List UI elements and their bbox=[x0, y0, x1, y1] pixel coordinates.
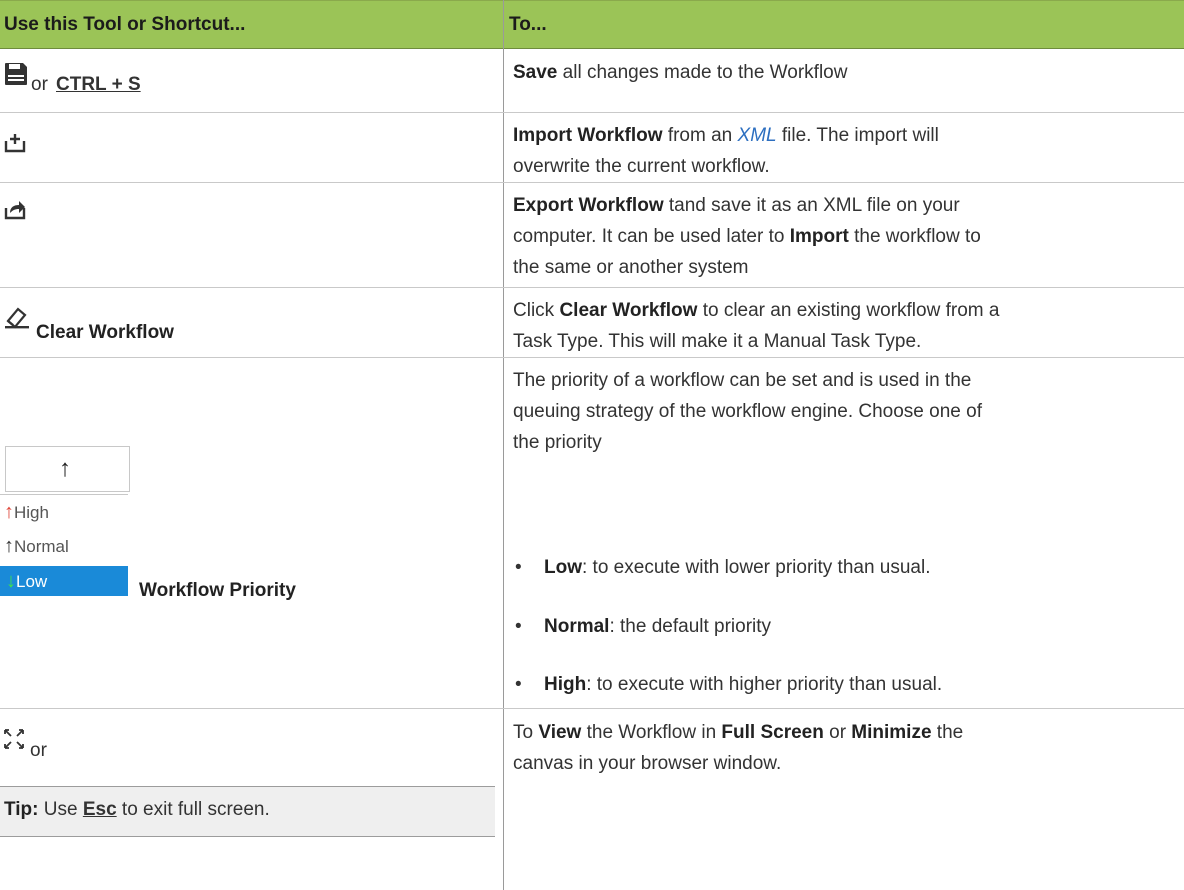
export-bold: Export Workflow bbox=[513, 195, 664, 216]
export-desc-rest: tand save it as an XML file on your bbox=[663, 195, 960, 216]
row-divider bbox=[0, 708, 1184, 709]
bullet-dot: • bbox=[515, 557, 522, 578]
priority-dropdown-button[interactable]: ↑ bbox=[5, 446, 130, 492]
save-bold: Save bbox=[513, 62, 558, 83]
bullet-high-rest: : to execute with higher priority than u… bbox=[586, 674, 943, 695]
export-desc-line2c: the workflow to bbox=[848, 226, 981, 247]
bullet-dot: • bbox=[515, 616, 522, 637]
workflow-priority-label: Workflow Priority bbox=[139, 580, 296, 601]
header-col-purpose: To... bbox=[509, 14, 547, 35]
row-divider bbox=[0, 182, 1184, 183]
eraser-icon[interactable] bbox=[4, 306, 30, 330]
bullet-dot: • bbox=[515, 674, 522, 695]
clear-workflow-label: Clear Workflow bbox=[36, 322, 174, 343]
row-divider bbox=[0, 287, 1184, 288]
fs-desc-c: the Workflow in bbox=[581, 722, 722, 743]
fs-desc-line2: canvas in your browser window. bbox=[513, 753, 782, 774]
table-header: Use this Tool or Shortcut... To... bbox=[0, 0, 1184, 49]
table-row-export-desc: Export Workflow tand save it as an XML f… bbox=[513, 190, 1173, 283]
fs-desc-a: To bbox=[513, 722, 539, 743]
clear-desc-a: Click bbox=[513, 300, 560, 321]
tip-text: Tip: Use Esc to exit full screen. bbox=[4, 799, 270, 821]
xml-link[interactable]: XML bbox=[738, 125, 777, 146]
bullet-low-bold: Low bbox=[544, 557, 582, 578]
normal-arrow-icon: ↑ bbox=[4, 535, 14, 557]
table-row-fullscreen-tool: or bbox=[0, 726, 500, 766]
export-share-arrow-icon[interactable] bbox=[4, 198, 26, 220]
bullet-normal-rest: : the default priority bbox=[609, 616, 772, 637]
tip-a: Use bbox=[38, 799, 83, 820]
table-row-priority-desc: The priority of a workflow can be set an… bbox=[513, 365, 1173, 458]
table-row-import-tool bbox=[0, 128, 500, 168]
low-arrow-icon: ↓ bbox=[6, 570, 16, 592]
priority-desc-line3: the priority bbox=[513, 432, 602, 453]
clear-bold: Clear Workflow bbox=[559, 300, 698, 321]
import-tray-plus-icon[interactable] bbox=[4, 132, 26, 154]
fs-desc-e: the bbox=[931, 722, 964, 743]
table-row-save-desc: Save all changes made to the Workflow bbox=[513, 57, 1173, 88]
bullet-text-high: High: to execute with higher priority th… bbox=[544, 669, 942, 700]
table-row-clear-tool: Clear Workflow bbox=[0, 304, 500, 344]
or-text: or bbox=[31, 74, 48, 95]
import-desc-mid: from an bbox=[662, 125, 738, 146]
clear-desc-b: to clear an existing workflow from a bbox=[697, 300, 1000, 321]
shortcut-ctrl-s[interactable]: CTRL + S bbox=[56, 74, 141, 96]
or-text: or bbox=[30, 740, 47, 761]
clear-desc-line2: Task Type. This will make it a Manual Ta… bbox=[513, 331, 922, 352]
tip-b: to exit full screen. bbox=[116, 799, 270, 820]
column-divider bbox=[503, 0, 504, 890]
priority-normal-label: Normal bbox=[14, 537, 69, 556]
export-import-bold: Import bbox=[789, 226, 849, 247]
fs-fullscreen-bold: Full Screen bbox=[721, 722, 824, 743]
priority-arrow-icon: ↑ bbox=[59, 455, 71, 482]
table-row-save-tool: or CTRL + S bbox=[0, 60, 500, 100]
bullet-high-bold: High bbox=[544, 674, 587, 695]
priority-option-high[interactable]: ↑High bbox=[4, 501, 49, 524]
table-row-export-tool bbox=[0, 194, 500, 234]
priority-menu-divider bbox=[0, 494, 128, 495]
high-arrow-icon: ↑ bbox=[4, 501, 14, 523]
import-desc-rest: file. The import will bbox=[776, 125, 939, 146]
export-desc-line3: the same or another system bbox=[513, 257, 749, 278]
priority-desc-line1: The priority of a workflow can be set an… bbox=[513, 370, 972, 391]
row-divider bbox=[0, 112, 1184, 113]
bullet-text-normal: Normal: the default priority bbox=[544, 611, 771, 642]
fs-desc-d: or bbox=[823, 722, 852, 743]
fs-view-bold: View bbox=[538, 722, 582, 743]
priority-desc-line2: queuing strategy of the workflow engine.… bbox=[513, 401, 982, 422]
bullet-normal-bold: Normal bbox=[544, 616, 610, 637]
bullet-text-low: Low: to execute with lower priority than… bbox=[544, 552, 931, 583]
priority-option-normal[interactable]: ↑Normal bbox=[4, 535, 69, 558]
row-divider bbox=[0, 357, 1184, 358]
priority-high-label: High bbox=[14, 503, 49, 522]
export-desc-line2a: computer. It can be used later to bbox=[513, 226, 790, 247]
fullscreen-arrows-icon[interactable] bbox=[4, 729, 24, 749]
esc-key: Esc bbox=[82, 799, 117, 820]
bullet-low-rest: : to execute with lower priority than us… bbox=[582, 557, 931, 578]
import-desc-line2: overwrite the current workflow. bbox=[513, 156, 770, 177]
save-desc-text: all changes made to the Workflow bbox=[557, 62, 848, 83]
import-bold: Import Workflow bbox=[513, 125, 663, 146]
tip-bold: Tip: bbox=[4, 799, 39, 820]
floppy-disk-icon[interactable] bbox=[4, 62, 28, 86]
priority-low-label: Low bbox=[16, 572, 48, 591]
priority-option-low-selected[interactable]: ↓Low bbox=[0, 566, 128, 596]
table-row-clear-desc: Click Clear Workflow to clear an existin… bbox=[513, 295, 1173, 357]
tip-box: Tip: Use Esc to exit full screen. bbox=[0, 786, 495, 837]
fs-minimize-bold: Minimize bbox=[851, 722, 932, 743]
table-row-fullscreen-desc: To View the Workflow in Full Screen or M… bbox=[513, 717, 1173, 779]
table-row-import-desc: Import Workflow from an XML file. The im… bbox=[513, 120, 1173, 182]
header-col-tool: Use this Tool or Shortcut... bbox=[4, 14, 246, 35]
